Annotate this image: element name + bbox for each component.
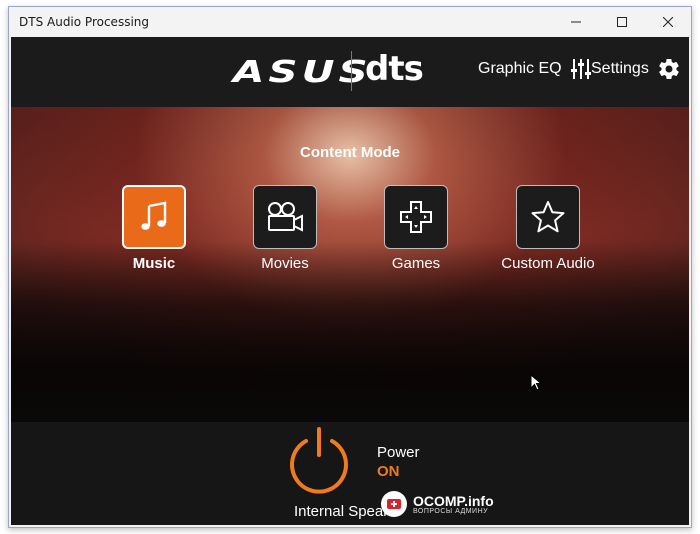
title-bar[interactable]: DTS Audio Processing xyxy=(9,7,691,37)
mode-custom-audio-tile[interactable] xyxy=(516,185,580,249)
maximize-button[interactable] xyxy=(599,7,645,37)
mode-movies[interactable]: Movies xyxy=(225,185,345,272)
music-note-icon xyxy=(141,201,167,230)
app-header: ASUS dts Graphic EQ Settings xyxy=(11,37,689,107)
power-label: Power xyxy=(377,444,420,461)
minimize-button[interactable] xyxy=(553,7,599,37)
mode-movies-tile[interactable] xyxy=(253,185,317,249)
watermark: OCOMP.info ВОПРОСЫ АДМИНУ xyxy=(381,487,494,521)
power-state: ON xyxy=(377,463,400,480)
app-content: ASUS dts Graphic EQ Settings Content Mod… xyxy=(11,37,689,525)
window-title: DTS Audio Processing xyxy=(19,15,150,29)
maximize-icon xyxy=(617,17,627,27)
concert-background: Content Mode Music Movies Games Custom A… xyxy=(11,107,689,422)
app-window: DTS Audio Processing ASUS dts Graphic EQ xyxy=(8,6,692,528)
dts-logo: dts xyxy=(365,49,424,89)
power-panel: Power ON Internal Speake xyxy=(11,422,689,525)
sliders-icon xyxy=(570,59,591,79)
mode-games[interactable]: Games xyxy=(356,185,476,272)
mode-music-label: Music xyxy=(132,255,176,272)
watermark-text-block: OCOMP.info ВОПРОСЫ АДМИНУ xyxy=(413,494,494,515)
mode-music-tile[interactable] xyxy=(122,185,186,249)
close-button[interactable] xyxy=(645,7,691,37)
mode-custom-audio-label: Custom Audio xyxy=(501,255,595,272)
power-button[interactable] xyxy=(284,425,354,495)
watermark-logo-icon xyxy=(381,491,407,517)
mode-music[interactable]: Music xyxy=(94,185,214,272)
content-mode-title: Content Mode xyxy=(300,144,400,161)
mode-games-tile[interactable] xyxy=(384,185,448,249)
mode-games-label: Games xyxy=(391,255,441,272)
close-icon xyxy=(663,17,673,27)
mode-custom-audio[interactable]: Custom Audio xyxy=(488,185,608,272)
watermark-text: OCOMP.info xyxy=(413,492,494,509)
watermark-subtext: ВОПРОСЫ АДМИНУ xyxy=(413,507,489,515)
film-camera-icon xyxy=(268,202,303,232)
graphic-eq-label: Graphic EQ xyxy=(478,60,562,77)
power-icon xyxy=(290,427,348,494)
settings-label: Settings xyxy=(591,60,649,77)
mode-movies-label: Movies xyxy=(261,255,309,272)
settings-button[interactable]: Settings xyxy=(591,57,681,81)
minimize-icon xyxy=(571,21,581,23)
mouse-cursor-icon xyxy=(530,374,542,391)
gamepad-icon xyxy=(400,201,432,233)
logo-divider xyxy=(351,51,352,91)
star-icon xyxy=(531,201,565,233)
gear-icon xyxy=(659,58,679,80)
graphic-eq-button[interactable]: Graphic EQ xyxy=(478,57,592,81)
